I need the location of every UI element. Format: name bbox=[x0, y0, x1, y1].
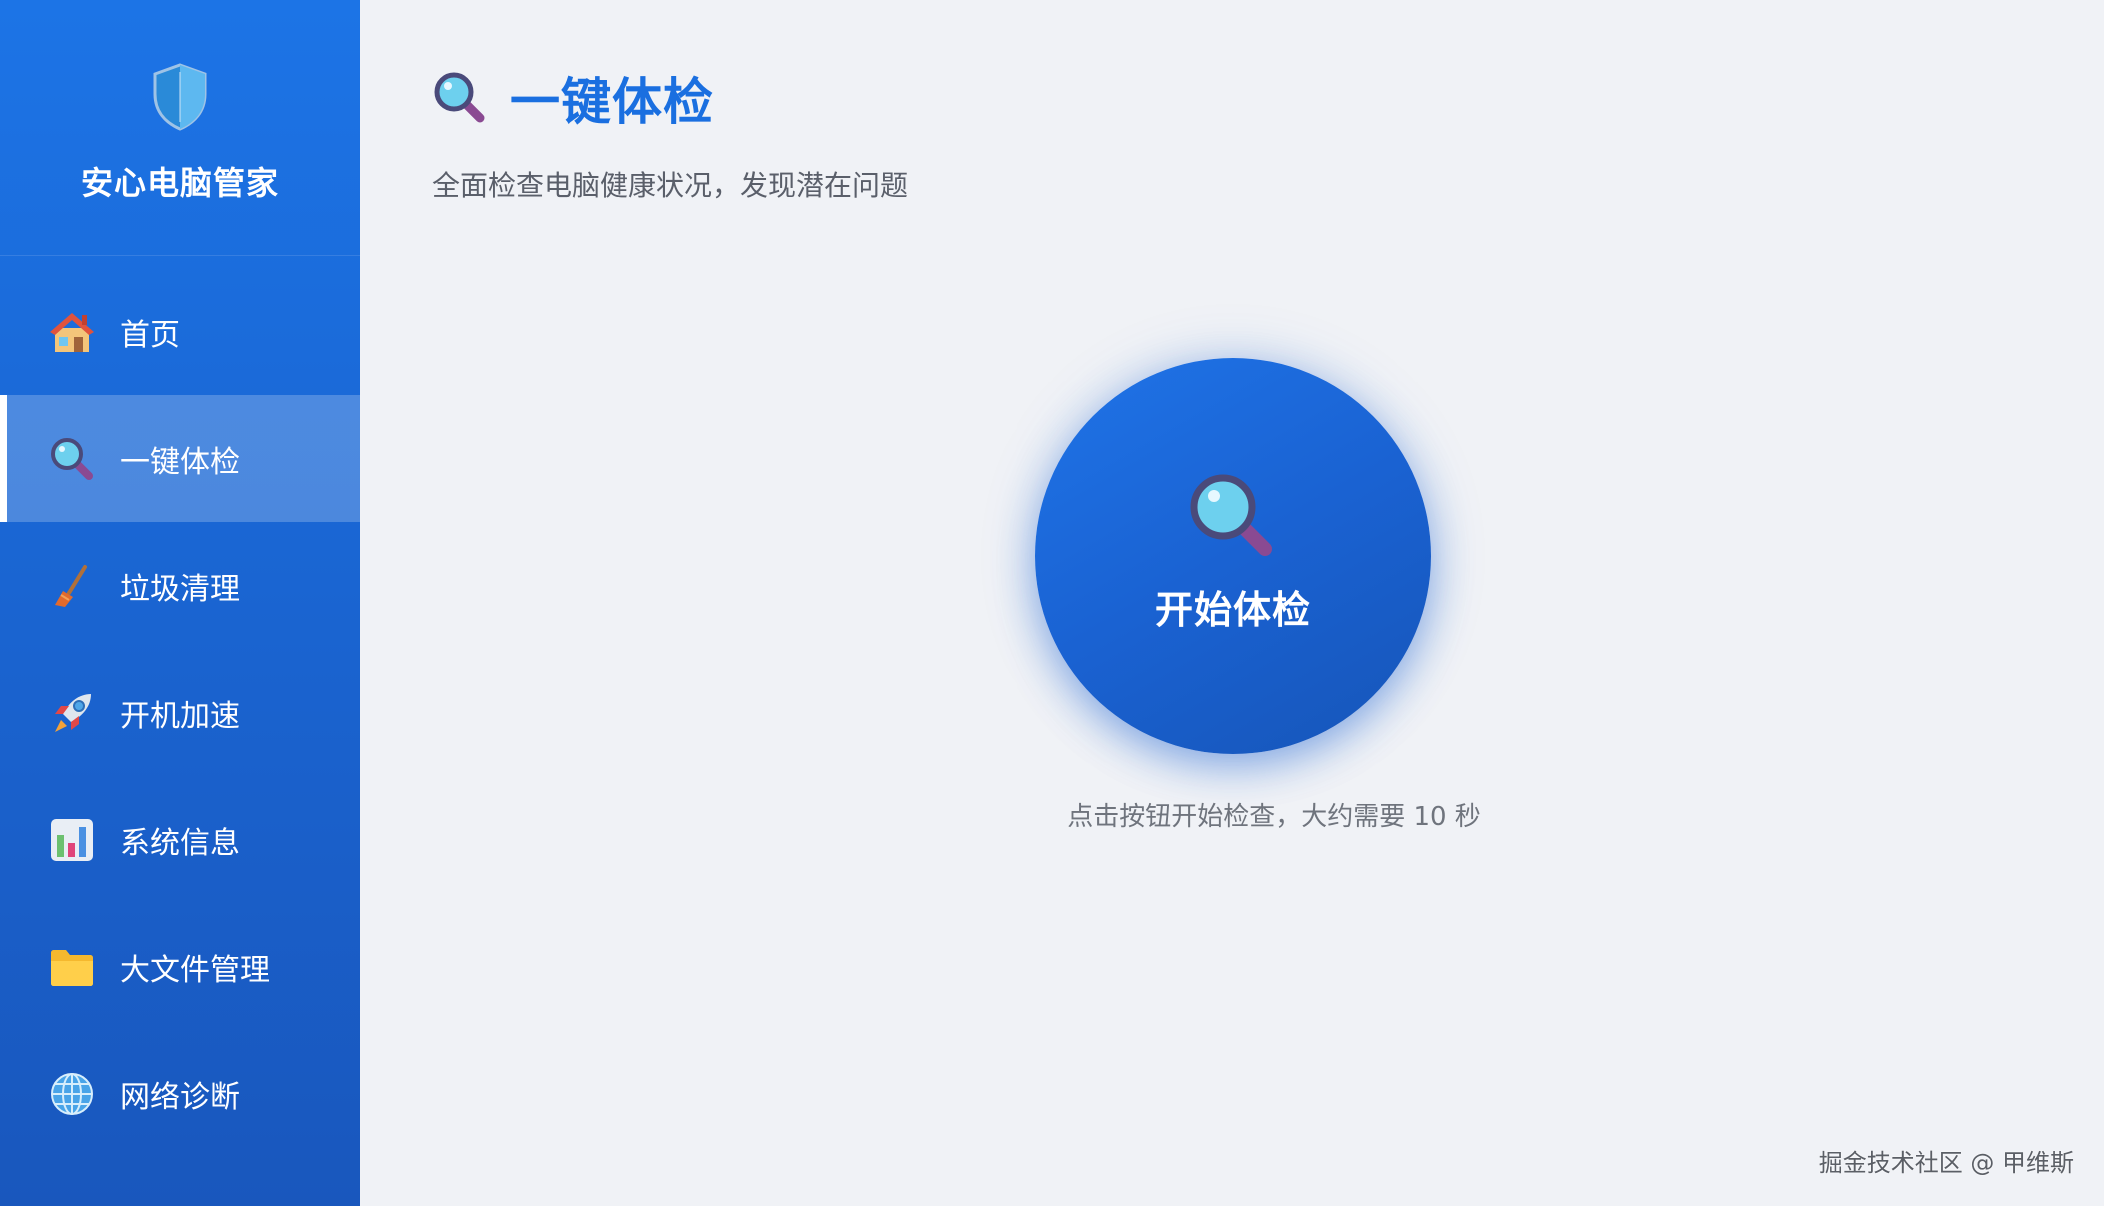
check-hint: 点击按钮开始检查，大约需要 10 秒 bbox=[1067, 802, 1481, 832]
sidebar: 安心电脑管家 首页 一键体检 垃圾清理 开机加速 系统信息 大文件管理 网络诊断 bbox=[0, 0, 360, 1206]
start-check-wrapper: 开始体检 bbox=[1035, 358, 1431, 754]
magnifier-icon bbox=[1190, 474, 1272, 556]
house-icon bbox=[48, 308, 96, 356]
sidebar-item-boot-speedup[interactable]: 开机加速 bbox=[0, 649, 360, 776]
sidebar-item-label: 首页 bbox=[120, 317, 180, 353]
magnifier-icon bbox=[434, 72, 485, 123]
brand: 安心电脑管家 bbox=[0, 0, 360, 256]
sidebar-item-label: 大文件管理 bbox=[120, 952, 270, 988]
sidebar-item-system-info[interactable]: 系统信息 bbox=[0, 776, 360, 903]
bar-chart-icon bbox=[48, 816, 96, 864]
sidebar-item-label: 开机加速 bbox=[120, 698, 240, 734]
start-check-label: 开始体检 bbox=[1154, 587, 1311, 632]
page-subtitle: 全面检查电脑健康状况，发现潜在问题 bbox=[432, 169, 909, 202]
start-check-button[interactable]: 开始体检 bbox=[1035, 358, 1431, 754]
sidebar-item-label: 系统信息 bbox=[120, 825, 240, 861]
sidebar-item-junk-clean[interactable]: 垃圾清理 bbox=[0, 522, 360, 649]
globe-icon bbox=[48, 1070, 96, 1118]
sidebar-item-network-diagnosis[interactable]: 网络诊断 bbox=[0, 1030, 360, 1157]
broom-icon bbox=[48, 562, 96, 610]
sidebar-item-health-check[interactable]: 一键体检 bbox=[0, 395, 360, 522]
app-window: 安心电脑管家 首页 一键体检 垃圾清理 开机加速 系统信息 大文件管理 网络诊断… bbox=[0, 0, 2104, 1206]
watermark: 掘金技术社区 @ 甲维斯 bbox=[1818, 1149, 2074, 1177]
app-name: 安心电脑管家 bbox=[80, 164, 279, 202]
sidebar-item-label: 网络诊断 bbox=[120, 1079, 240, 1115]
folder-icon bbox=[48, 943, 96, 991]
sidebar-item-home[interactable]: 首页 bbox=[0, 268, 360, 395]
sidebar-item-label: 垃圾清理 bbox=[120, 571, 240, 607]
page-header: 一键体检 全面检查电脑健康状况，发现潜在问题 bbox=[432, 62, 908, 204]
sidebar-item-label: 一键体检 bbox=[120, 444, 240, 480]
rocket-icon bbox=[48, 689, 96, 737]
main-content: 一键体检 全面检查电脑健康状况，发现潜在问题 开始体检 点击按钮开始检查，大约需… bbox=[360, 0, 2104, 1206]
shield-icon bbox=[153, 63, 207, 131]
magnifier-icon bbox=[48, 435, 96, 483]
sidebar-nav: 首页 一键体检 垃圾清理 开机加速 系统信息 大文件管理 网络诊断 bbox=[0, 268, 360, 1157]
sidebar-item-large-files[interactable]: 大文件管理 bbox=[0, 903, 360, 1030]
title-row: 一键体检 bbox=[432, 62, 908, 134]
page-title: 一键体检 bbox=[510, 73, 714, 131]
